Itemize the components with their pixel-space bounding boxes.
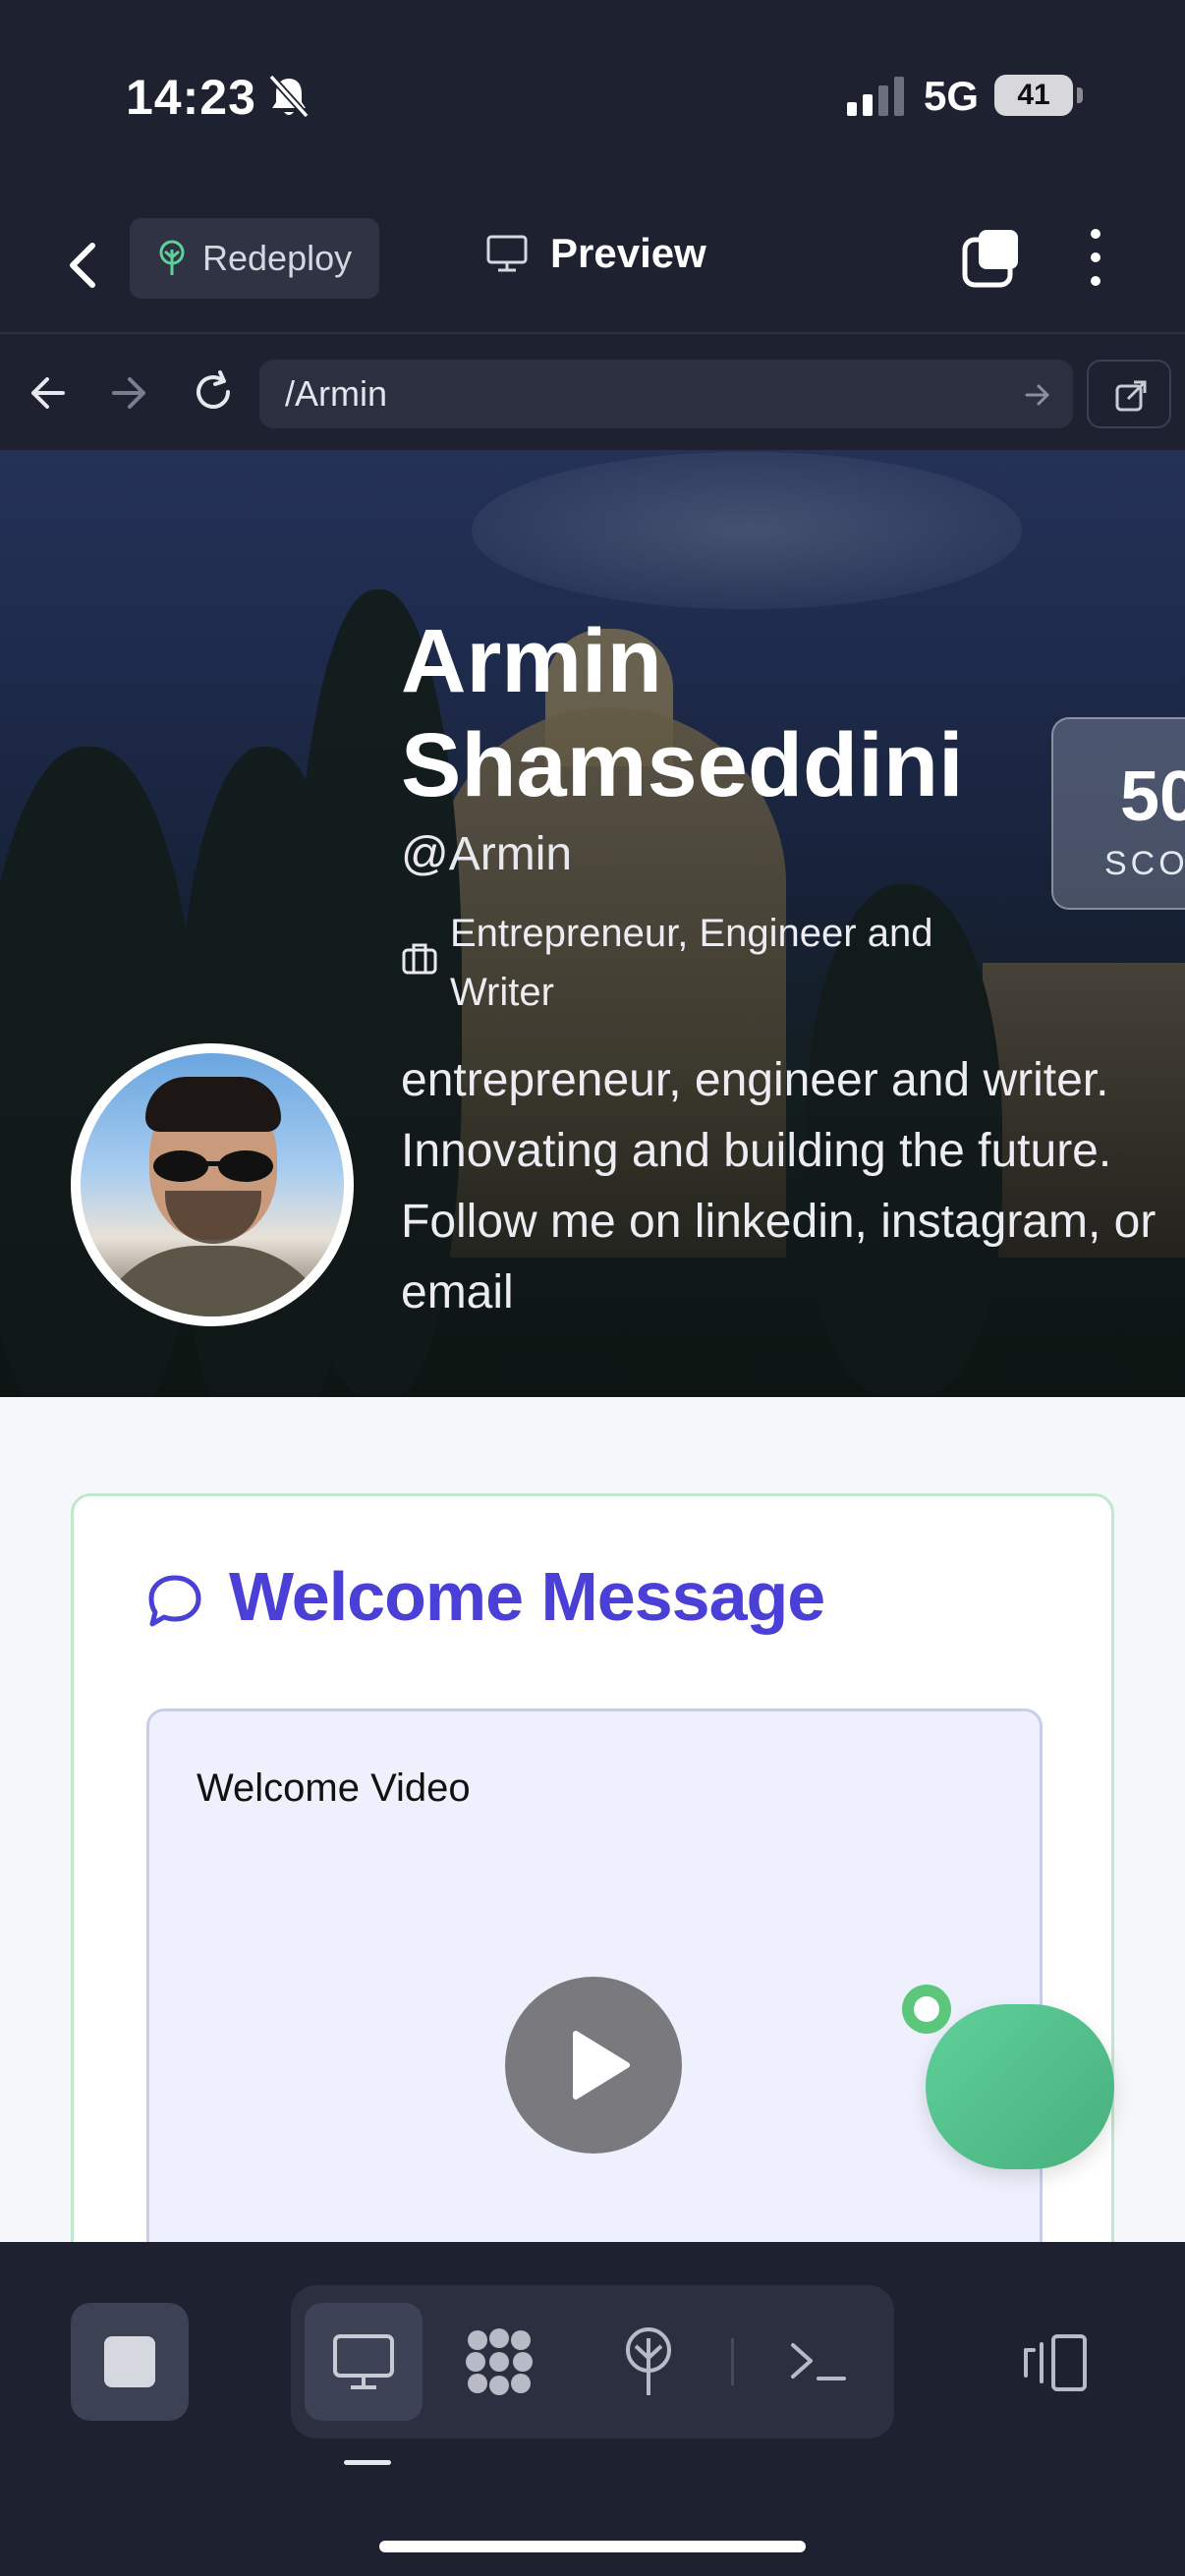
back-chevron-icon[interactable] bbox=[61, 236, 104, 295]
redeploy-button[interactable]: Redeploy bbox=[130, 218, 379, 299]
floating-action-button[interactable] bbox=[926, 2004, 1114, 2169]
bell-slash-icon bbox=[268, 74, 310, 119]
terminal-view-button[interactable] bbox=[759, 2303, 876, 2421]
status-time: 14:23 bbox=[126, 70, 256, 125]
network-label: 5G bbox=[924, 73, 980, 119]
open-external-button[interactable] bbox=[1087, 360, 1171, 428]
avatar bbox=[71, 1043, 354, 1326]
browser-toolbar: /Armin bbox=[0, 336, 1185, 452]
battery-cap bbox=[1077, 87, 1083, 103]
bottom-toolbar bbox=[0, 2242, 1185, 2576]
reload-icon[interactable] bbox=[191, 369, 236, 415]
score-card: 50 SCORE bbox=[1051, 717, 1185, 910]
profile-name: Armin Shamseddini bbox=[401, 611, 964, 815]
view-switcher bbox=[291, 2285, 894, 2438]
tree-icon bbox=[626, 2327, 671, 2395]
online-status-dot bbox=[902, 1985, 951, 2034]
battery-indicator: 41 bbox=[994, 75, 1083, 116]
deploy-view-button[interactable] bbox=[590, 2303, 707, 2421]
signal-icon bbox=[847, 77, 904, 116]
avatar-shirt bbox=[90, 1246, 336, 1316]
preview-view-button[interactable] bbox=[305, 2303, 423, 2421]
stop-button[interactable] bbox=[71, 2303, 189, 2421]
avatar-hair bbox=[145, 1077, 281, 1132]
preview-label: Preview bbox=[550, 230, 706, 276]
stop-icon bbox=[104, 2336, 155, 2387]
welcome-video-label: Welcome Video bbox=[197, 1766, 471, 1810]
kebab-menu-icon[interactable] bbox=[1081, 226, 1110, 289]
avatar-beard bbox=[165, 1191, 261, 1244]
grid-icon bbox=[466, 2328, 533, 2395]
play-icon bbox=[573, 2031, 630, 2100]
redeploy-label: Redeploy bbox=[202, 238, 353, 278]
score-label: SCORE bbox=[1104, 845, 1185, 882]
tree-icon bbox=[159, 240, 185, 275]
battery-level: 41 bbox=[994, 75, 1073, 116]
url-value: /Armin bbox=[285, 373, 388, 414]
main-content: Welcome Message Welcome Video bbox=[0, 1397, 1185, 2242]
monitor-icon bbox=[333, 2334, 394, 2389]
app-bar: Redeploy Preview bbox=[0, 196, 1185, 334]
chat-bubble-icon bbox=[148, 1575, 201, 1627]
preview-title: Preview bbox=[485, 230, 706, 277]
welcome-video-panel: Welcome Video bbox=[146, 1708, 1043, 2242]
welcome-heading: Welcome Message bbox=[229, 1558, 825, 1635]
active-view-indicator bbox=[344, 2460, 391, 2465]
profile-bio: entrepreneur, engineer and writer. Innov… bbox=[401, 1054, 1157, 1318]
toolbar-divider bbox=[731, 2338, 734, 2385]
profile-handle: @Armin bbox=[401, 828, 573, 880]
sunglasses-icon bbox=[153, 1150, 273, 1182]
go-arrow-icon[interactable] bbox=[1024, 381, 1051, 409]
external-link-icon bbox=[1115, 380, 1147, 412]
arrow-right-icon[interactable] bbox=[108, 371, 149, 415]
components-view-button[interactable] bbox=[440, 2303, 558, 2421]
tabs-icon[interactable] bbox=[961, 226, 1022, 289]
url-input[interactable]: /Armin bbox=[259, 360, 1073, 428]
profile-title: Entrepreneur, Engineer and Writer bbox=[450, 912, 933, 1014]
profile-hero: Armin Shamseddini @Armin Entrepreneur, E… bbox=[0, 452, 1185, 1397]
arrow-left-icon[interactable] bbox=[28, 371, 69, 415]
play-button[interactable] bbox=[505, 1977, 682, 2154]
device-toggle-icon[interactable] bbox=[1020, 2332, 1089, 2393]
monitor-icon bbox=[486, 235, 528, 272]
terminal-icon bbox=[791, 2343, 846, 2380]
status-bar: 14:23 5G 41 bbox=[0, 0, 1185, 196]
score-value: 50 bbox=[1120, 757, 1185, 836]
home-indicator bbox=[379, 2541, 806, 2552]
briefcase-icon bbox=[402, 943, 437, 975]
